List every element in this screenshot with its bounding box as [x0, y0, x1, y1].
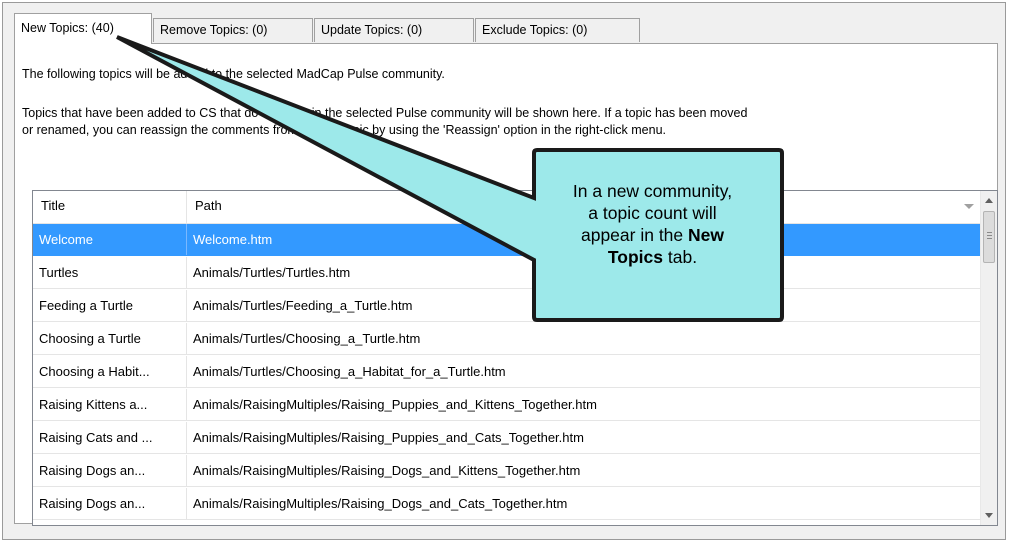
callout-line-1: In a new community,	[572, 181, 733, 201]
callout-line-3: appear in the New	[526, 224, 779, 246]
callout-bold-topics: Topics	[607, 247, 664, 267]
callout-line-4: Topics tab.	[526, 246, 779, 268]
callout-line-4-text: tab.	[663, 247, 698, 267]
callout-bold-new: New	[688, 225, 724, 245]
callout-shape	[116, 35, 784, 322]
callout-text: In a new community, a topic count will a…	[526, 180, 779, 268]
callout-line-3-text: appear in the	[580, 225, 689, 245]
callout-bubble	[116, 35, 784, 322]
callout-line-2: a topic count will	[588, 203, 717, 223]
